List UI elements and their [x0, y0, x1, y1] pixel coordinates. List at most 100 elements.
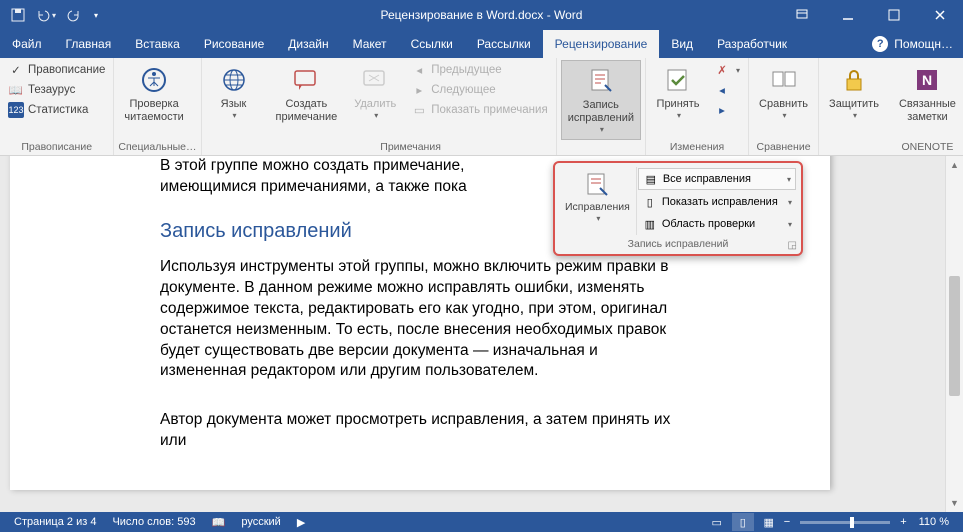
tab-insert[interactable]: Вставка: [123, 30, 192, 58]
zoom-slider[interactable]: [800, 521, 890, 524]
next-icon: ▸: [714, 102, 730, 118]
maximize-button[interactable]: [871, 0, 917, 30]
protect-button[interactable]: Защитить▾: [823, 60, 885, 125]
globe-icon: [218, 64, 250, 96]
tab-file[interactable]: Файл: [0, 30, 54, 58]
tab-review[interactable]: Рецензирование: [543, 30, 660, 58]
spelling-button[interactable]: ✓Правописание: [4, 60, 109, 80]
new-comment-button[interactable]: Создать примечание: [270, 60, 344, 128]
macro-status[interactable]: ▶: [289, 516, 313, 529]
vertical-scrollbar[interactable]: ▲ ▼: [945, 156, 963, 512]
document-area: В этой группе можно создать примечание, …: [0, 156, 963, 512]
compare-icon: [768, 64, 800, 96]
count-icon: 123: [8, 102, 24, 118]
paragraph: Автор документа может просмотреть исправ…: [160, 410, 680, 452]
ribbon-options-button[interactable]: [779, 0, 825, 30]
macro-icon: ▶: [297, 517, 305, 529]
reject-icon: ✗: [714, 62, 730, 78]
group-label: [561, 140, 641, 156]
scroll-down-icon[interactable]: ▼: [946, 494, 963, 512]
undo-button[interactable]: ▾: [36, 5, 56, 25]
check-icon: ✓: [8, 62, 24, 78]
help-icon[interactable]: ?: [872, 36, 888, 52]
tab-layout[interactable]: Макет: [341, 30, 399, 58]
accept-icon: [662, 64, 694, 96]
prev-icon: ◂: [714, 82, 730, 98]
language-status[interactable]: русский: [233, 516, 288, 528]
qat-customize-icon[interactable]: ▾: [94, 11, 98, 20]
show-comments-button: ▭Показать примечания: [407, 100, 551, 120]
tell-me-label[interactable]: Помощн…: [894, 37, 953, 51]
zoom-in-button[interactable]: +: [900, 516, 906, 528]
read-mode-button[interactable]: ▭: [706, 513, 728, 531]
svg-text:N: N: [922, 72, 932, 88]
scroll-up-icon[interactable]: ▲: [946, 156, 963, 174]
tab-draw[interactable]: Рисование: [192, 30, 276, 58]
group-label: Правописание: [4, 139, 109, 155]
display-mode-select[interactable]: ▤Все исправления▾: [638, 168, 796, 190]
group-comments: Создать примечание Удалить▾ ◂Предыдущее …: [266, 58, 557, 155]
doc-icon: ▯: [642, 194, 658, 210]
group-language: Язык▾: [202, 58, 266, 155]
paragraph: Используя инструменты этой группы, можно…: [160, 257, 680, 383]
next-comment-button: ▸Следующее: [407, 80, 551, 100]
group-label: [206, 139, 262, 155]
delete-comment-button[interactable]: Удалить▾: [347, 60, 403, 125]
track-changes-button[interactable]: Запись исправлений▾: [561, 60, 641, 140]
book-icon: 📖: [8, 82, 24, 98]
proofing-icon: 📖: [212, 517, 226, 529]
redo-button[interactable]: [64, 5, 84, 25]
save-button[interactable]: [8, 5, 28, 25]
group-tracking: Запись исправлений▾: [557, 58, 646, 155]
group-compare: Сравнить▾ Сравнение: [749, 58, 819, 155]
dialog-launcher-icon[interactable]: ◲: [788, 240, 797, 251]
proofing-status[interactable]: 📖: [204, 516, 234, 529]
quick-access-toolbar: ▾ ▾: [0, 5, 98, 25]
web-layout-button[interactable]: ▦: [758, 513, 780, 531]
page-status[interactable]: Страница 2 из 4: [6, 516, 104, 528]
group-accessibility: Проверка читаемости Специальные…: [114, 58, 201, 155]
track-icon: [585, 65, 617, 97]
tab-design[interactable]: Дизайн: [276, 30, 340, 58]
group-onenote: N Связанные заметки ONENOTE: [889, 58, 963, 155]
zoom-level[interactable]: 110 %: [911, 516, 957, 528]
title-bar: ▾ ▾ Рецензирование в Word.docx - Word: [0, 0, 963, 30]
language-button[interactable]: Язык▾: [206, 60, 262, 125]
group-changes: Принять▾ ✗▾ ◂ ▸ Изменения: [646, 58, 749, 155]
callout-track-button[interactable]: Исправления▾: [559, 167, 637, 235]
prev-icon: ◂: [411, 62, 427, 78]
statistics-button[interactable]: 123Статистика: [4, 100, 109, 120]
review-pane-button[interactable]: ▥Область проверки▾: [638, 214, 796, 234]
compare-button[interactable]: Сравнить▾: [753, 60, 814, 125]
print-layout-button[interactable]: ▯: [732, 513, 754, 531]
minimize-button[interactable]: [825, 0, 871, 30]
show-markup-button[interactable]: ▯Показать исправления▾: [638, 192, 796, 212]
window-controls: [779, 0, 963, 30]
tab-mailings[interactable]: Рассылки: [465, 30, 543, 58]
onenote-button[interactable]: N Связанные заметки: [893, 60, 962, 128]
tab-view[interactable]: Вид: [659, 30, 705, 58]
accept-button[interactable]: Принять▾: [650, 60, 706, 125]
word-count[interactable]: Число слов: 593: [104, 516, 203, 528]
readability-button[interactable]: Проверка читаемости: [118, 60, 189, 128]
tab-home[interactable]: Главная: [54, 30, 124, 58]
onenote-icon: N: [911, 64, 943, 96]
group-label: Изменения: [650, 139, 744, 155]
prev-comment-button: ◂Предыдущее: [407, 60, 551, 80]
tab-developer[interactable]: Разработчик: [705, 30, 799, 58]
group-proofing: ✓Правописание 📖Тезаурус 123Статистика Пр…: [0, 58, 114, 155]
next-change-button[interactable]: ▸: [710, 100, 744, 120]
zoom-out-button[interactable]: −: [784, 516, 790, 528]
delete-icon: [359, 64, 391, 96]
show-icon: ▭: [411, 102, 427, 118]
next-icon: ▸: [411, 82, 427, 98]
close-button[interactable]: [917, 0, 963, 30]
thesaurus-button[interactable]: 📖Тезаурус: [4, 80, 109, 100]
menu-bar: Файл Главная Вставка Рисование Дизайн Ма…: [0, 30, 963, 58]
scroll-thumb[interactable]: [949, 276, 960, 396]
prev-change-button[interactable]: ◂: [710, 80, 744, 100]
tab-references[interactable]: Ссылки: [399, 30, 465, 58]
group-label: [823, 139, 885, 155]
lock-icon: [838, 64, 870, 96]
reject-button[interactable]: ✗▾: [710, 60, 744, 80]
